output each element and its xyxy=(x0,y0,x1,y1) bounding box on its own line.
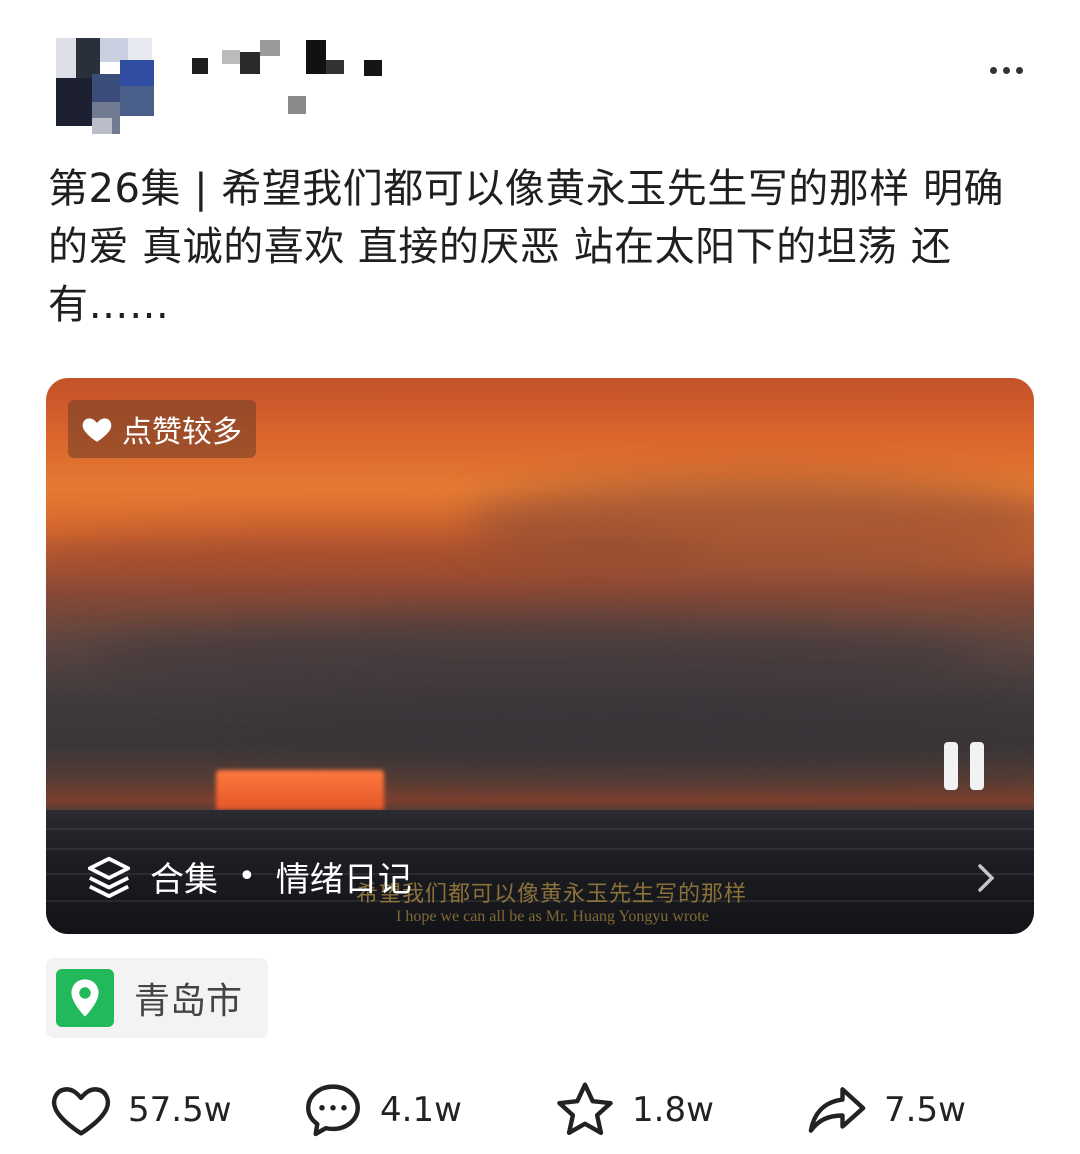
video-player[interactable]: 点赞较多 希望我们都可以像黄永玉先生写的那样 I hope we can all… xyxy=(46,378,1034,934)
share-button[interactable]: 7.5w xyxy=(804,1072,966,1148)
location-pin-icon xyxy=(56,969,114,1027)
like-count: 57.5w xyxy=(128,1090,232,1130)
pause-button[interactable] xyxy=(944,742,988,792)
comment-count: 4.1w xyxy=(380,1090,462,1130)
sun-on-horizon xyxy=(216,770,384,810)
favorite-button[interactable]: 1.8w xyxy=(552,1072,714,1148)
video-subtitle-english: I hope we can all be as Mr. Huang Yongyu… xyxy=(396,908,709,925)
share-count: 7.5w xyxy=(884,1090,966,1130)
post-text: 第26集 | 希望我们都可以像黄永玉先生写的那样 明确的爱 真诚的喜欢 直接的厌… xyxy=(48,166,1005,328)
action-bar: 57.5w 4.1w 1.8w 7.5w xyxy=(48,1072,1048,1152)
popular-badge: 点赞较多 xyxy=(68,400,256,458)
video-subtitle-chinese: 希望我们都可以像黄永玉先生写的那样 xyxy=(356,882,748,907)
collection-label: 合集 xyxy=(150,859,218,900)
location-tag[interactable]: 青岛市 xyxy=(46,958,268,1038)
badge-label: 点赞较多 xyxy=(122,415,242,450)
heart-outline-icon xyxy=(51,1087,111,1136)
separator-dot: • xyxy=(238,858,256,894)
layers-icon xyxy=(87,856,131,899)
like-button[interactable]: 57.5w xyxy=(48,1072,232,1148)
location-name: 青岛市 xyxy=(134,981,243,1022)
comment-bubble-icon xyxy=(306,1084,360,1137)
comment-button[interactable]: 4.1w xyxy=(300,1072,462,1148)
avatar-blurred[interactable] xyxy=(56,38,156,134)
chevron-right-icon[interactable] xyxy=(970,858,1000,898)
favorite-count: 1.8w xyxy=(632,1090,714,1130)
share-arrow-icon xyxy=(808,1087,866,1133)
collection-name: 情绪日记 xyxy=(275,859,412,900)
heart-icon xyxy=(82,418,112,442)
more-dots-icon[interactable] xyxy=(990,62,1030,78)
star-outline-icon xyxy=(557,1082,613,1136)
collection-link[interactable]: 合集 • 情绪日记 xyxy=(86,848,412,904)
username-blurred[interactable] xyxy=(192,40,392,114)
